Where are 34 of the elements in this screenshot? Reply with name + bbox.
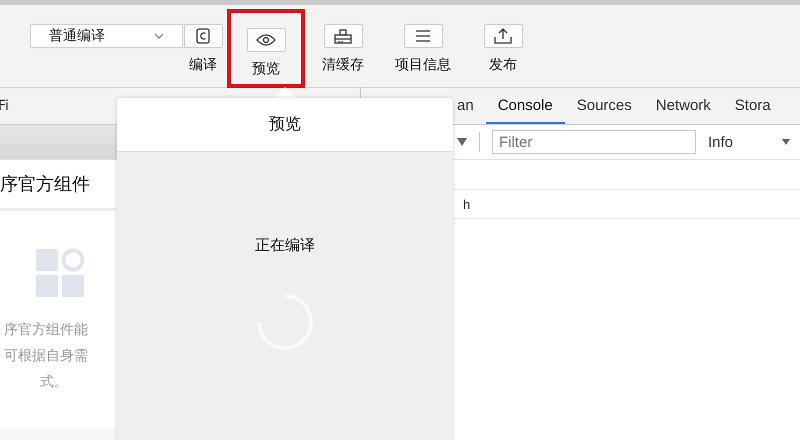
devtools-tab[interactable]: Stora <box>722 88 783 124</box>
components-icon <box>35 247 85 297</box>
description-line: 式。 <box>39 373 68 392</box>
c-box-icon <box>196 28 210 44</box>
compile-button[interactable] <box>184 24 222 48</box>
menu-icon <box>415 30 431 42</box>
upload-icon <box>494 28 512 44</box>
publish-button[interactable] <box>484 24 522 48</box>
tool-label: 发布 <box>489 56 517 74</box>
popup-title: 预览 <box>269 114 301 135</box>
tool-label: 预览 <box>252 60 280 78</box>
info-button[interactable] <box>404 24 442 48</box>
eye-icon <box>256 34 276 46</box>
mode-select[interactable]: 普通编译 <box>30 24 183 48</box>
log-text: h <box>463 196 470 212</box>
tool-label: 编译 <box>189 56 217 74</box>
devtools-tab[interactable]: Sources <box>564 88 644 124</box>
caret-down-icon[interactable] <box>457 138 467 146</box>
caret-down-icon[interactable] <box>782 139 790 145</box>
chevron-down-icon <box>154 33 164 39</box>
level-select[interactable]: Info <box>708 134 772 150</box>
devtools-tab[interactable]: Network <box>644 88 723 124</box>
tool-label: 清缓存 <box>322 56 364 74</box>
description-line: 序官方组件能 <box>4 321 88 340</box>
status-text: 正在编译 <box>255 236 315 255</box>
description-line: 可根据自身需 <box>4 347 88 366</box>
panel-title: 序官方组件 <box>0 173 90 196</box>
devtools-tab[interactable]: Console <box>486 88 565 124</box>
preview-button[interactable] <box>246 28 286 52</box>
brush-icon <box>333 28 353 44</box>
cache-button[interactable] <box>324 24 362 48</box>
tool-label: 项目信息 <box>395 56 451 74</box>
devtools-tab[interactable]: an <box>445 88 486 124</box>
filter-field[interactable]: Filter <box>492 130 696 154</box>
